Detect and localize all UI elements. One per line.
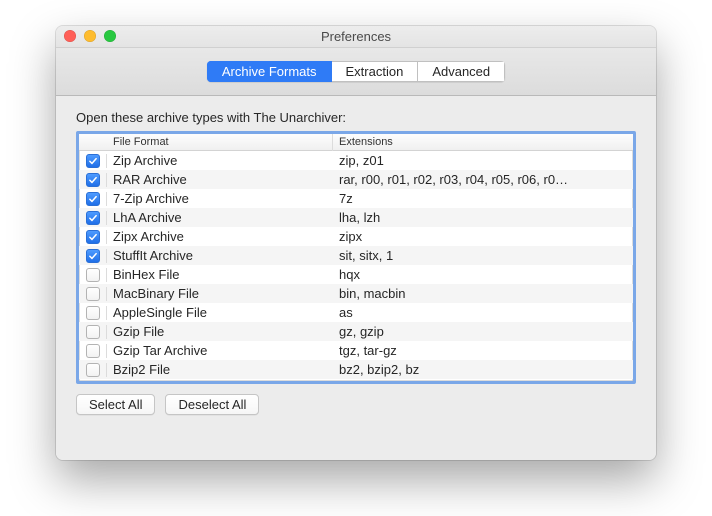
titlebar: Preferences: [56, 26, 656, 48]
extensions-cell: lha, lzh: [333, 210, 633, 225]
row-checkbox-cell: [79, 192, 107, 206]
row-checkbox-cell: [79, 230, 107, 244]
row-checkbox-cell: [79, 344, 107, 358]
table-row[interactable]: MacBinary Filebin, macbin: [79, 284, 633, 303]
row-checkbox-cell: [79, 306, 107, 320]
col-header-format[interactable]: File Format: [107, 134, 333, 151]
table-row[interactable]: RAR Archiverar, r00, r01, r02, r03, r04,…: [79, 170, 633, 189]
table-row[interactable]: Zip Archivezip, z01: [79, 151, 633, 170]
extensions-cell: bz2, bzip2, bz: [333, 362, 633, 377]
close-icon[interactable]: [64, 30, 76, 42]
format-cell: Gzip Tar Archive: [107, 343, 333, 358]
button-row: Select All Deselect All: [76, 394, 636, 415]
checkbox[interactable]: [86, 211, 100, 225]
formats-table[interactable]: File Format Extensions Zip Archivezip, z…: [76, 131, 636, 384]
table-row[interactable]: Gzip Filegz, gzip: [79, 322, 633, 341]
extensions-cell: as: [333, 305, 633, 320]
checkbox[interactable]: [86, 173, 100, 187]
window-title: Preferences: [321, 29, 391, 44]
extensions-cell: zipx: [333, 229, 633, 244]
format-cell: MacBinary File: [107, 286, 333, 301]
row-checkbox-cell: [79, 268, 107, 282]
format-cell: 7-Zip Archive: [107, 191, 333, 206]
format-cell: AppleSingle File: [107, 305, 333, 320]
tab-archive-formats[interactable]: Archive Formats: [207, 61, 332, 82]
checkbox[interactable]: [86, 325, 100, 339]
extensions-cell: hqx: [333, 267, 633, 282]
tab-bar: Archive FormatsExtractionAdvanced: [207, 61, 505, 82]
content: Open these archive types with The Unarch…: [56, 96, 656, 460]
preferences-window: Preferences Archive FormatsExtractionAdv…: [56, 26, 656, 460]
extensions-cell: bin, macbin: [333, 286, 633, 301]
row-checkbox-cell: [79, 325, 107, 339]
table-row[interactable]: StuffIt Archivesit, sitx, 1: [79, 246, 633, 265]
extensions-cell: sit, sitx, 1: [333, 248, 633, 263]
select-all-button[interactable]: Select All: [76, 394, 155, 415]
row-checkbox-cell: [79, 211, 107, 225]
tab-extraction[interactable]: Extraction: [332, 61, 419, 82]
format-cell: Bzip2 File: [107, 362, 333, 377]
toolbar: Archive FormatsExtractionAdvanced: [56, 48, 656, 96]
minimize-icon[interactable]: [84, 30, 96, 42]
format-cell: Gzip File: [107, 324, 333, 339]
table-row[interactable]: Gzip Tar Archivetgz, tar-gz: [79, 341, 633, 360]
extensions-cell: tgz, tar-gz: [333, 343, 633, 358]
extensions-cell: 7z: [333, 191, 633, 206]
format-cell: BinHex File: [107, 267, 333, 282]
table-row[interactable]: Zipx Archivezipx: [79, 227, 633, 246]
table-row[interactable]: Bzip2 Filebz2, bzip2, bz: [79, 360, 633, 379]
checkbox[interactable]: [86, 363, 100, 377]
checkbox[interactable]: [86, 306, 100, 320]
extensions-cell: zip, z01: [333, 153, 633, 168]
checkbox[interactable]: [86, 249, 100, 263]
table-row[interactable]: AppleSingle Fileas: [79, 303, 633, 322]
checkbox[interactable]: [86, 344, 100, 358]
row-checkbox-cell: [79, 287, 107, 301]
tab-advanced[interactable]: Advanced: [418, 61, 505, 82]
table-row[interactable]: LhA Archivelha, lzh: [79, 208, 633, 227]
table-header: File Format Extensions: [79, 134, 633, 151]
row-checkbox-cell: [79, 363, 107, 377]
format-cell: Zip Archive: [107, 153, 333, 168]
extensions-cell: rar, r00, r01, r02, r03, r04, r05, r06, …: [333, 172, 633, 187]
instruction-label: Open these archive types with The Unarch…: [76, 110, 636, 125]
checkbox[interactable]: [86, 230, 100, 244]
row-checkbox-cell: [79, 249, 107, 263]
window-controls: [64, 30, 116, 42]
extensions-cell: gz, gzip: [333, 324, 633, 339]
zoom-icon[interactable]: [104, 30, 116, 42]
col-header-extensions[interactable]: Extensions: [333, 134, 633, 151]
table-row[interactable]: 7-Zip Archive7z: [79, 189, 633, 208]
deselect-all-button[interactable]: Deselect All: [165, 394, 259, 415]
row-checkbox-cell: [79, 154, 107, 168]
format-cell: RAR Archive: [107, 172, 333, 187]
table-row[interactable]: BinHex Filehqx: [79, 265, 633, 284]
format-cell: LhA Archive: [107, 210, 333, 225]
checkbox[interactable]: [86, 154, 100, 168]
format-cell: StuffIt Archive: [107, 248, 333, 263]
format-cell: Zipx Archive: [107, 229, 333, 244]
row-checkbox-cell: [79, 173, 107, 187]
checkbox[interactable]: [86, 268, 100, 282]
checkbox[interactable]: [86, 192, 100, 206]
checkbox[interactable]: [86, 287, 100, 301]
table-body: Zip Archivezip, z01RAR Archiverar, r00, …: [79, 151, 633, 379]
